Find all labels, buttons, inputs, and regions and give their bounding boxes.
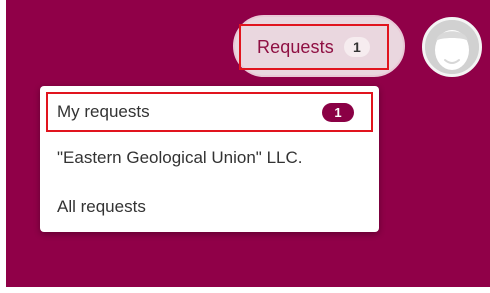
menu-item-all-requests[interactable]: All requests [40, 187, 379, 227]
my-requests-count-badge: 1 [322, 102, 354, 122]
requests-button[interactable]: Requests 1 [239, 24, 389, 70]
requests-dropdown: My requests 1 "Eastern Geological Union"… [40, 86, 379, 232]
menu-item-label: My requests [57, 102, 150, 121]
menu-item-my-requests[interactable]: My requests 1 [46, 92, 373, 132]
menu-item-label: All requests [57, 197, 146, 216]
user-avatar-icon[interactable] [422, 17, 482, 77]
menu-item-label: "Eastern Geological Union" LLC. [57, 148, 303, 167]
avatar-face-icon [425, 20, 479, 74]
requests-label: Requests [257, 36, 334, 57]
menu-item-eastern-geological-union[interactable]: "Eastern Geological Union" LLC. [40, 138, 379, 178]
requests-count-badge: 1 [343, 37, 370, 57]
